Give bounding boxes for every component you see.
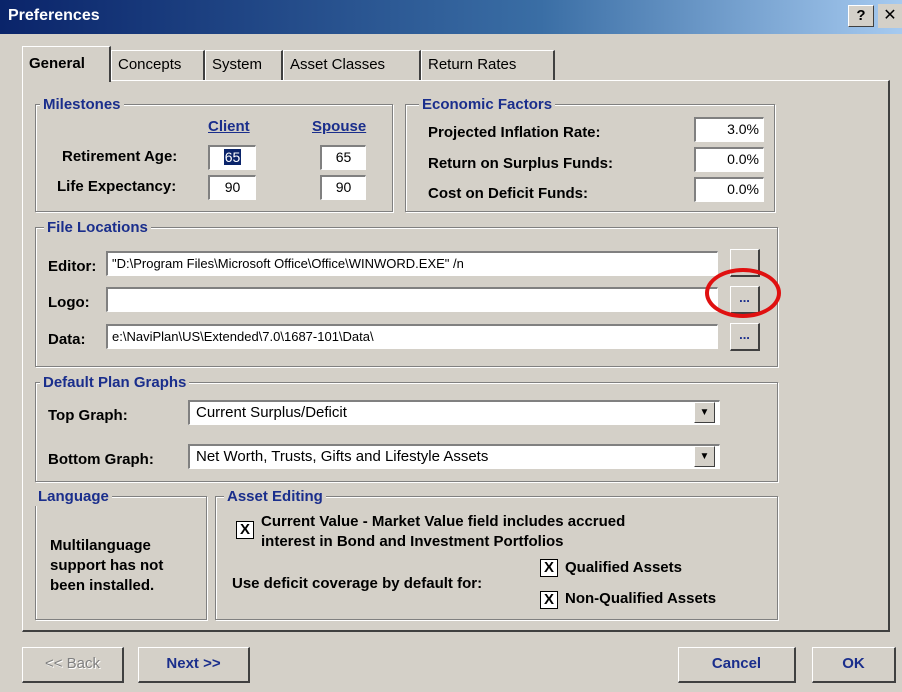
tab-system[interactable]: System (205, 50, 283, 80)
bottom-graph-select[interactable]: Net Worth, Trusts, Gifts and Lifestyle A… (188, 444, 720, 469)
cancel-button[interactable]: Cancel (678, 647, 796, 683)
current-value-checkbox[interactable]: X (236, 521, 254, 539)
client-header: Client (208, 118, 250, 135)
editor-label: Editor: (48, 258, 97, 275)
window-title: Preferences (8, 7, 100, 24)
data-label: Data: (48, 331, 86, 348)
current-value-label-line2: interest in Bond and Investment Portfoli… (261, 533, 564, 550)
data-path-input[interactable]: e:\NaviPlan\US\Extended\7.0\1687-101\Dat… (106, 324, 718, 349)
top-graph-dropdown-icon[interactable]: ▼ (694, 402, 715, 423)
asset-editing-title: Asset Editing (224, 488, 326, 506)
highlight-circle (705, 268, 781, 318)
tab-asset-classes[interactable]: Asset Classes (283, 50, 421, 80)
bottom-graph-dropdown-icon[interactable]: ▼ (694, 446, 715, 467)
spouse-header: Spouse (312, 118, 367, 135)
top-graph-label: Top Graph: (48, 407, 128, 424)
top-graph-select[interactable]: Current Surplus/Deficit (188, 400, 720, 425)
language-message-line1: Multilanguage (50, 537, 151, 554)
client-retirement-age-input[interactable]: 65 (208, 145, 256, 170)
deficit-input[interactable]: 0.0% (694, 177, 764, 202)
editor-path-input[interactable]: "D:\Program Files\Microsoft Office\Offic… (106, 251, 718, 276)
inflation-input[interactable]: 3.0% (694, 117, 764, 142)
qualified-assets-label: Qualified Assets (565, 559, 682, 576)
tab-general[interactable]: General (22, 46, 111, 82)
close-button[interactable]: ✕ (878, 4, 902, 28)
plan-graphs-title: Default Plan Graphs (40, 374, 190, 392)
retirement-age-label: Retirement Age: (62, 148, 178, 165)
language-message-line2: support has not (50, 557, 164, 574)
bottom-graph-label: Bottom Graph: (48, 451, 154, 468)
language-title: Language (35, 488, 112, 506)
nonqualified-assets-checkbox[interactable]: X (540, 591, 558, 609)
deficit-label: Cost on Deficit Funds: (428, 185, 588, 202)
top-graph-value: Current Surplus/Deficit (196, 404, 347, 421)
surplus-label: Return on Surplus Funds: (428, 155, 613, 172)
nonqualified-assets-label: Non-Qualified Assets (565, 590, 717, 607)
file-locations-title: File Locations (44, 219, 151, 237)
title-bar (0, 0, 902, 34)
deficit-coverage-label: Use deficit coverage by default for: (232, 575, 483, 592)
next-button[interactable]: Next >> (138, 647, 250, 683)
logo-label: Logo: (48, 294, 90, 311)
surplus-input[interactable]: 0.0% (694, 147, 764, 172)
qualified-assets-checkbox[interactable]: X (540, 559, 558, 577)
language-message-line3: been installed. (50, 577, 155, 594)
current-value-label-line1: Current Value - Market Value field inclu… (261, 513, 626, 530)
bottom-graph-value: Net Worth, Trusts, Gifts and Lifestyle A… (196, 448, 489, 465)
back-button[interactable]: << Back (22, 647, 124, 683)
logo-path-input[interactable] (106, 287, 718, 312)
life-expectancy-label: Life Expectancy: (57, 178, 177, 195)
client-retirement-age-value: 65 (223, 149, 242, 165)
tab-concepts[interactable]: Concepts (111, 50, 205, 80)
data-browse-button[interactable]: ... (730, 323, 760, 351)
economic-factors-title: Economic Factors (419, 96, 556, 114)
help-button[interactable]: ? (848, 5, 874, 27)
spouse-retirement-age-input[interactable]: 65 (320, 145, 366, 170)
milestones-title: Milestones (40, 96, 124, 114)
client-life-expectancy-input[interactable]: 90 (208, 175, 256, 200)
tab-return-rates[interactable]: Return Rates (421, 50, 555, 80)
spouse-life-expectancy-input[interactable]: 90 (320, 175, 366, 200)
inflation-label: Projected Inflation Rate: (428, 124, 601, 141)
ok-button[interactable]: OK (812, 647, 896, 683)
